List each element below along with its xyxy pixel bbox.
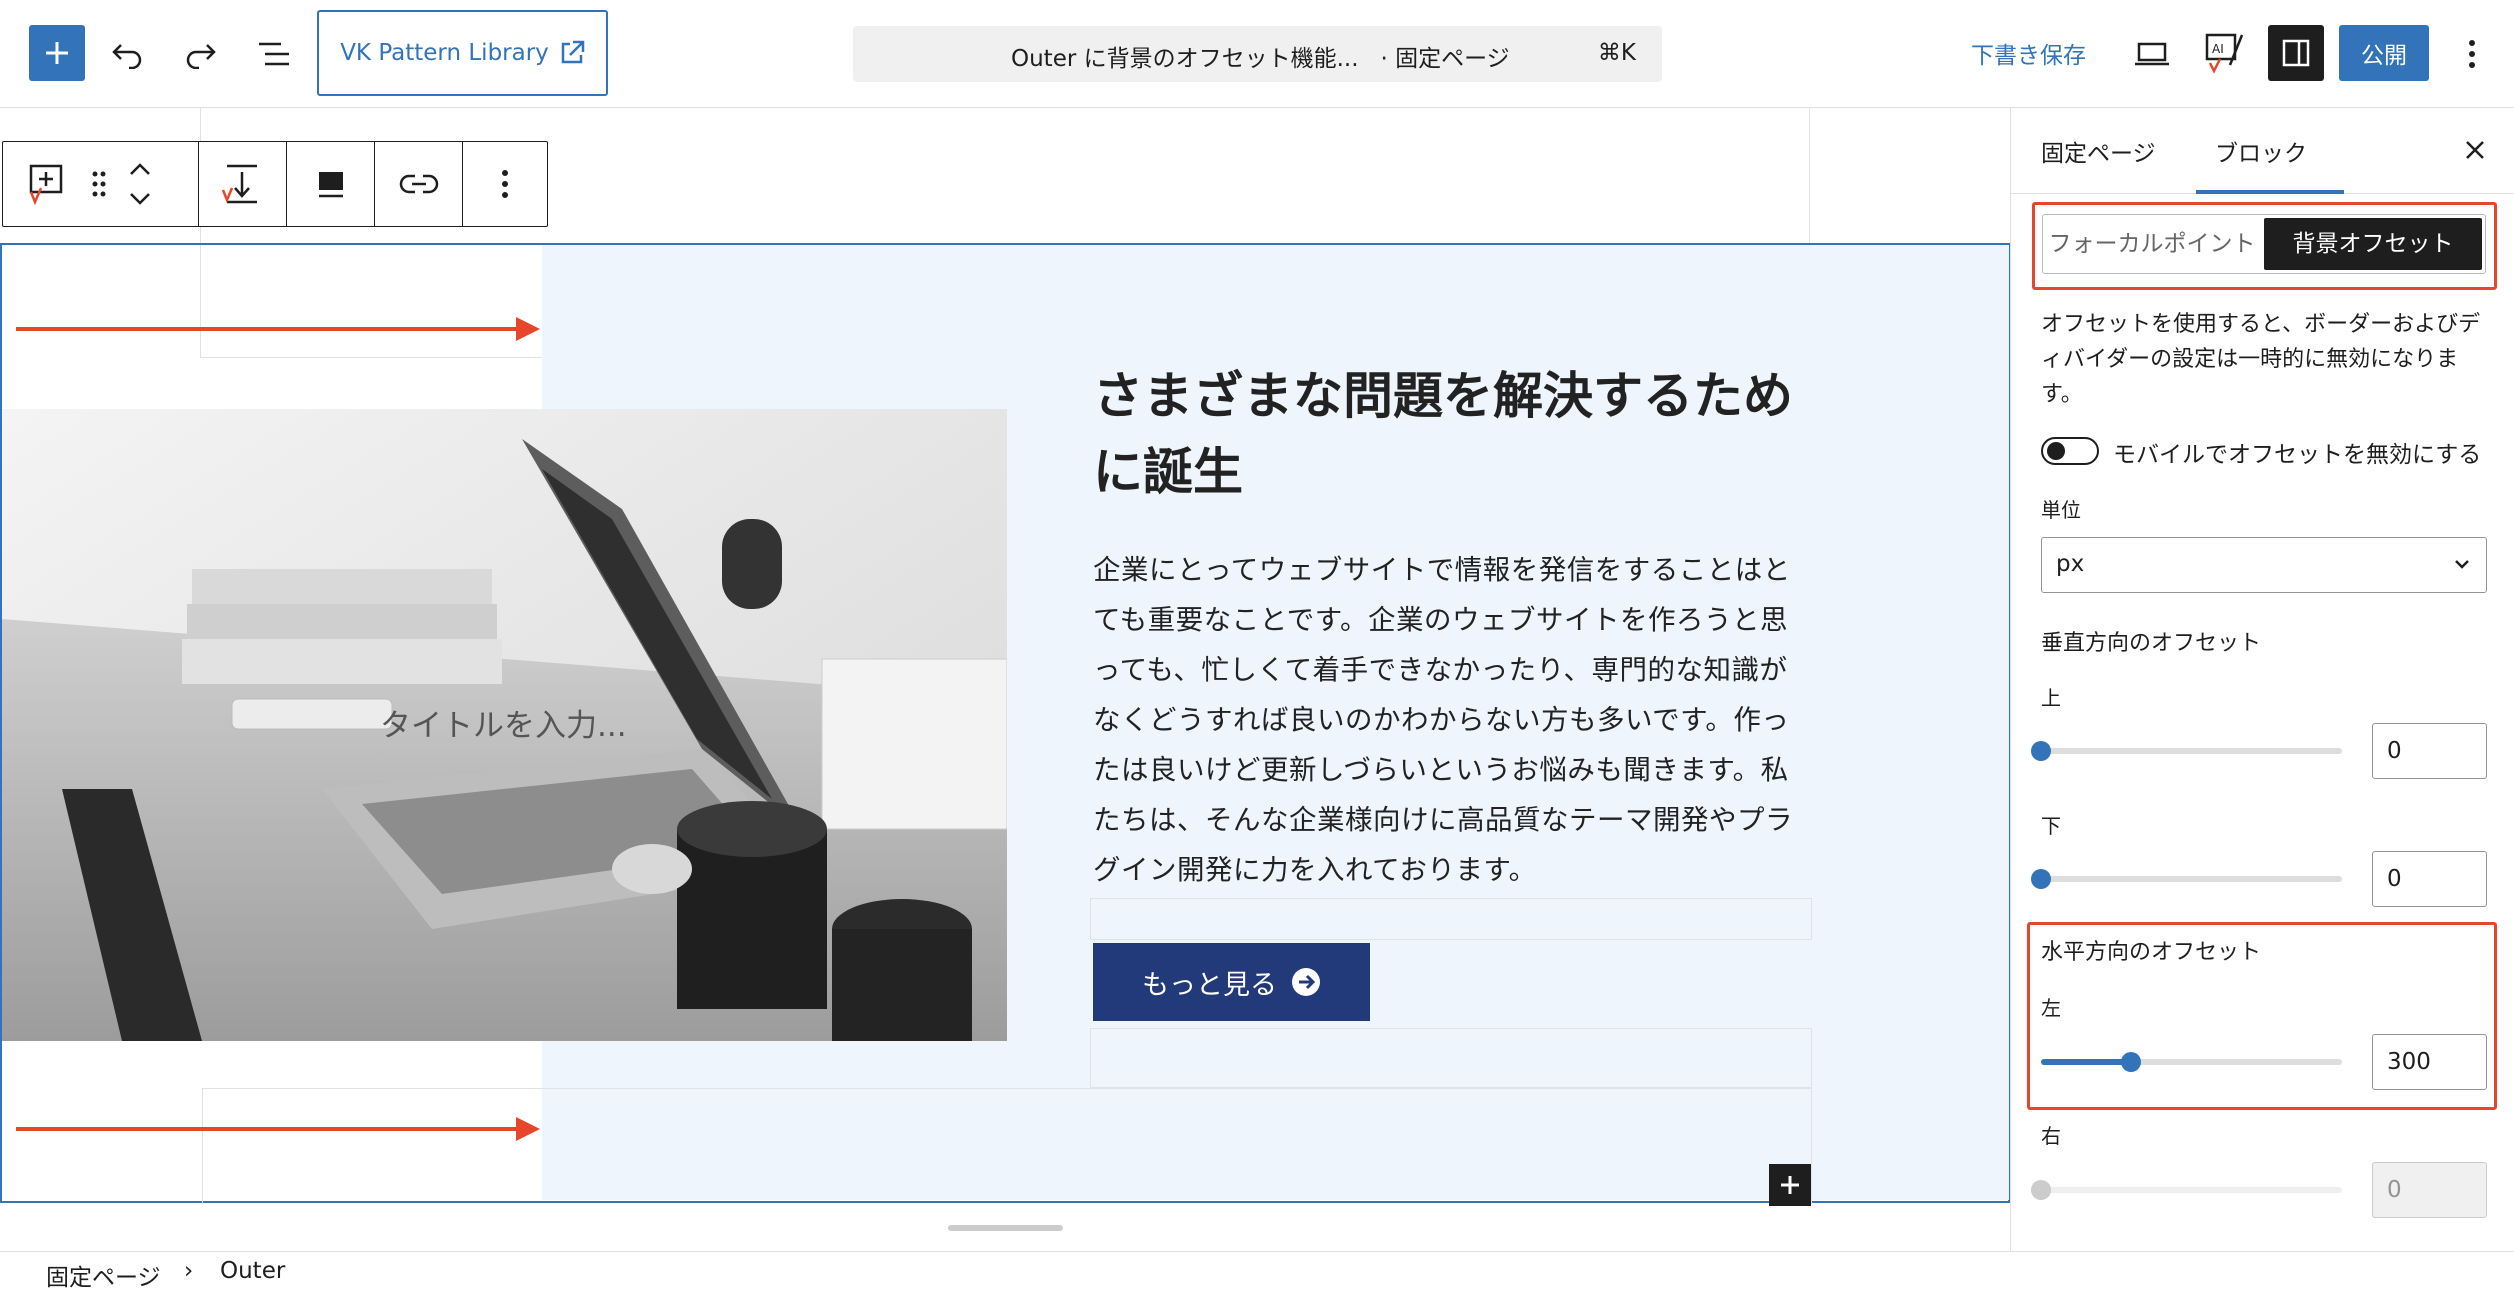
breadcrumb-page[interactable]: 固定ページ [46,1258,161,1292]
block-toolbar [2,141,548,227]
ai-assistant-button[interactable]: AI [2202,28,2246,76]
breadcrumb-outer[interactable]: Outer [220,1258,285,1284]
publish-button[interactable]: 公開 [2339,25,2429,81]
left-slider-fill [2041,1059,2131,1065]
right-offset-input[interactable]: 0 [2372,1162,2487,1218]
publish-label: 公開 [2361,43,2407,69]
offset-arrow-top [16,317,540,341]
left-label: 左 [2041,996,2061,1020]
offset-arrow-bottom [16,1117,540,1141]
top-slider-thumb[interactable] [2031,741,2051,761]
breadcrumb: 固定ページ › Outer [0,1251,2514,1292]
plus-icon [46,42,68,64]
bottom-label: 下 [2041,814,2061,838]
top-offset-input[interactable]: 0 [2372,723,2487,779]
offset-mode-segmented-control: フォーカルポイント 背景オフセット [2042,214,2486,274]
sidebar-tabs: 固定ページ ブロック [2011,108,2514,194]
mobile-offset-toggle[interactable] [2041,437,2099,465]
right-slider[interactable] [2041,1187,2342,1193]
more-button[interactable]: もっと見る [1093,943,1370,1021]
editor-header: VK Pattern Library Outer に背景のオフセット機能... … [0,0,2514,108]
spacer-outline [1090,898,1812,940]
horizontal-offset-heading: 水平方向のオフセット [2041,940,2262,965]
redo-button[interactable] [180,34,220,74]
more-vertical-icon [2469,40,2475,68]
document-type: · 固定ページ [1380,46,1510,72]
redo-icon [186,44,216,69]
unit-label: 単位 [2041,498,2081,522]
drag-handle-icon[interactable] [91,170,107,198]
document-title: Outer に背景のオフセット機能... [1011,46,1359,72]
outer-cover-block[interactable]: タイトルを入力... さまざまな問題を解決するために誕生 企業にとってウェブサイ… [0,243,2010,1206]
svg-text:AI: AI [2212,42,2224,56]
settings-sidebar-toggle[interactable] [2268,25,2324,81]
bottom-slider-thumb[interactable] [2031,869,2051,889]
plus-icon [1781,1176,1799,1194]
external-link-icon [561,40,585,64]
ai-pen-icon: AI [2205,33,2244,74]
segment-focal-point[interactable]: フォーカルポイント [2043,215,2261,273]
vk-block-icon[interactable] [23,160,71,208]
mobile-toggle-label: モバイルでオフセットを無効にする [2113,442,2482,468]
command-palette-trigger[interactable]: Outer に背景のオフセット機能... · 固定ページ ⌘K [853,26,1662,82]
close-sidebar-button[interactable] [2463,138,2487,166]
vk-pattern-library-label: VK Pattern Library [340,40,549,66]
offset-description: オフセットを使用すると、ボーダーおよびディバイダーの設定は一時的に無効になります… [2041,312,2481,407]
cover-heading[interactable]: さまざまな問題を解決するために誕生 [1093,358,1813,510]
options-button[interactable] [2454,34,2490,74]
left-offset-input[interactable]: 300 [2372,1034,2487,1090]
vertical-spacing-icon[interactable] [219,160,267,208]
breadcrumb-separator: › [184,1258,194,1284]
arrow-circle-right-icon [1292,968,1320,996]
command-shortcut: ⌘K [1597,40,1636,66]
list-view-icon [259,42,289,66]
cover-title-placeholder[interactable]: タイトルを入力... [380,700,627,745]
bottom-offset-input[interactable]: 0 [2372,851,2487,907]
chevron-down-icon [2455,560,2469,569]
active-tab-indicator [2196,190,2344,194]
content-position-icon[interactable] [314,167,348,201]
right-slider-thumb[interactable] [2031,1180,2051,1200]
right-label: 右 [2041,1124,2061,1148]
save-draft-button[interactable]: 下書き保存 [1971,36,2086,70]
undo-button[interactable] [108,34,148,74]
segment-background-offset[interactable]: 背景オフセット [2264,218,2482,270]
unit-select[interactable]: px [2041,537,2487,593]
add-block-button[interactable] [29,25,85,81]
unit-select-value: px [2056,551,2085,577]
move-up-down-icon[interactable] [127,160,153,208]
top-label: 上 [2041,686,2061,710]
block-options-icon[interactable] [501,169,509,199]
document-overview-button[interactable] [254,36,294,72]
sidebar-icon [2282,39,2310,67]
spacer-outline [1090,1028,1812,1088]
left-slider-thumb[interactable] [2121,1052,2141,1072]
link-icon[interactable] [399,172,439,196]
vk-pattern-library-button[interactable]: VK Pattern Library [317,10,608,96]
canvas-resize-handle[interactable] [948,1225,1063,1231]
laptop-icon [2135,42,2169,66]
lower-group-outline [202,1088,1812,1204]
bottom-slider[interactable] [2041,876,2342,882]
inserter-button[interactable] [1769,1164,1811,1206]
cover-paragraph[interactable]: 企業にとってウェブサイトで情報を発信をすることはとても重要なことです。企業のウェ… [1093,545,1808,895]
preview-button[interactable] [2130,34,2174,74]
vertical-offset-heading: 垂直方向のオフセット [2041,631,2262,656]
top-slider[interactable] [2041,748,2342,754]
tab-block[interactable]: ブロック [2215,134,2307,168]
tab-page[interactable]: 固定ページ [2041,134,2156,168]
more-button-label: もっと見る [1142,969,1277,1001]
close-icon [2466,141,2484,159]
undo-icon [112,44,142,69]
